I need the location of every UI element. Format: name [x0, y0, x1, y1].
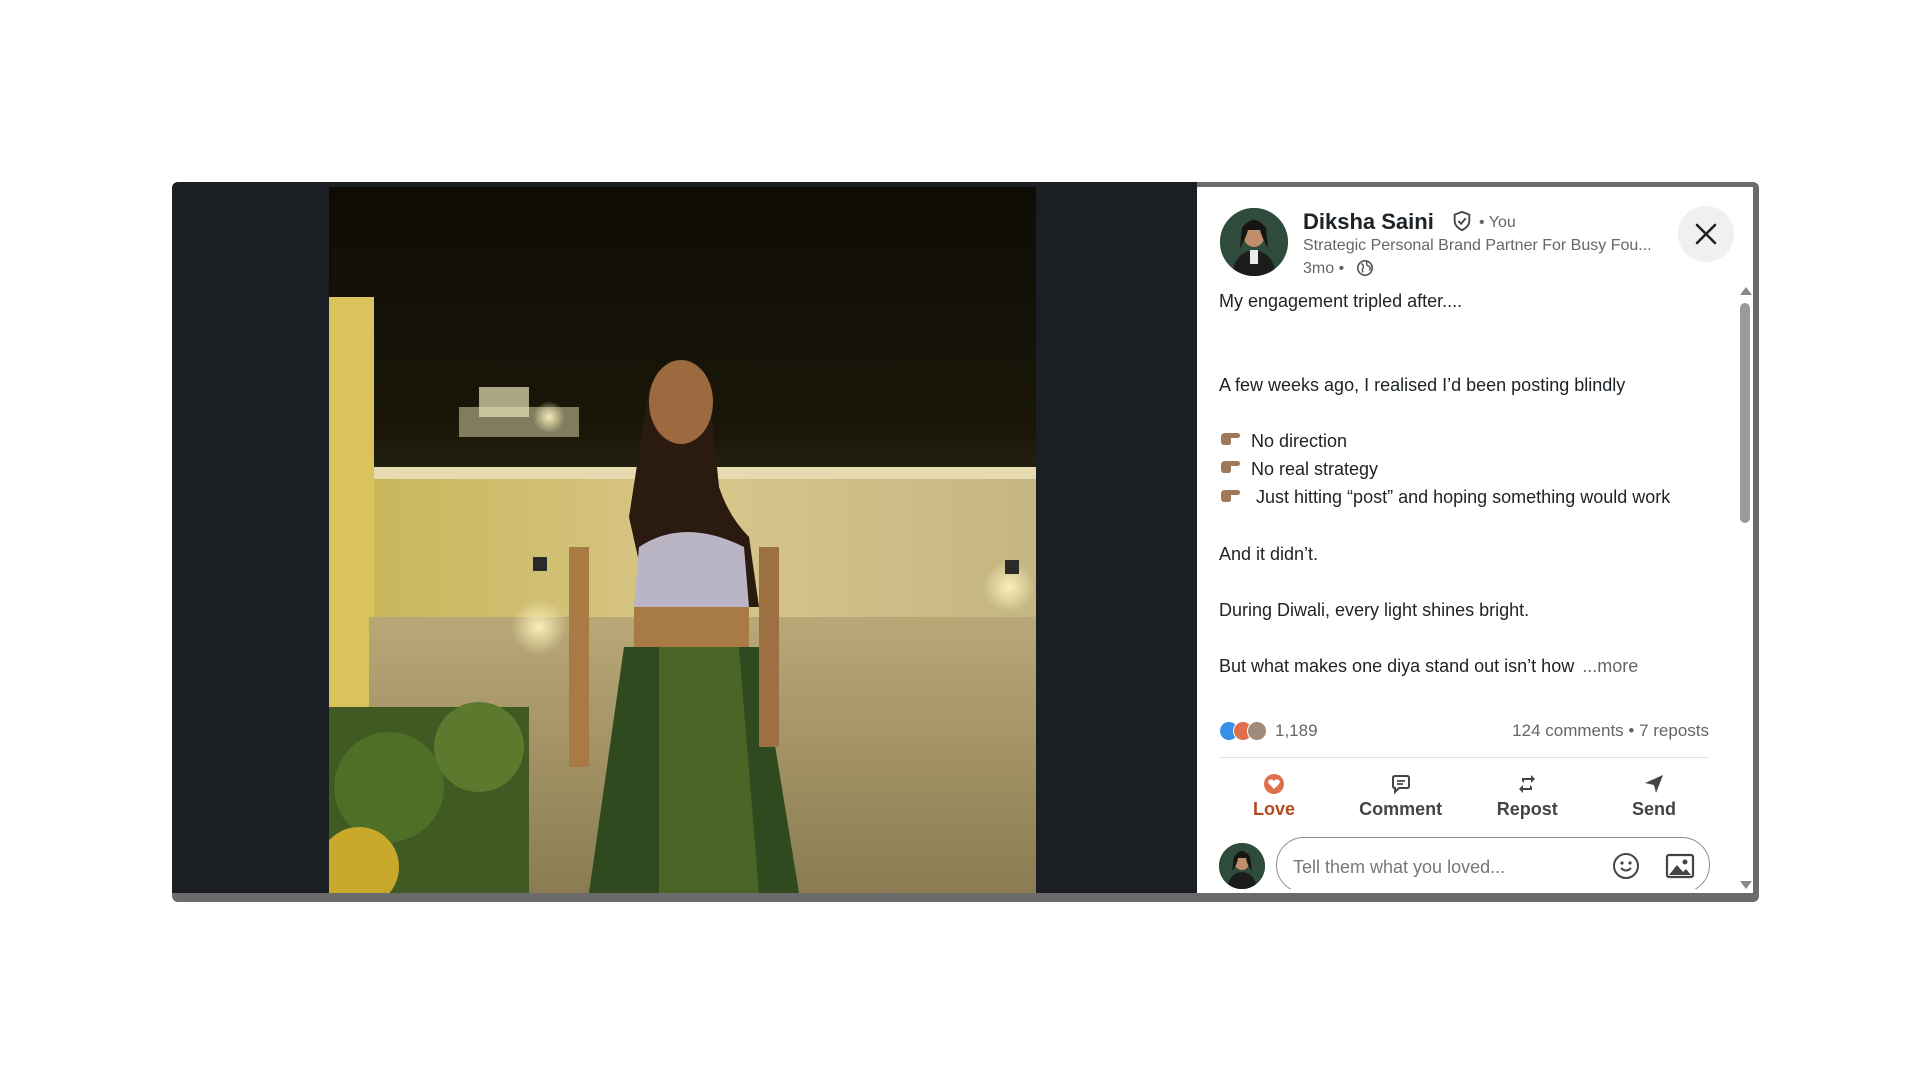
bullet-text: No real strategy	[1251, 459, 1379, 479]
comment-label: Comment	[1359, 798, 1443, 819]
comment-button[interactable]: Comment	[1346, 767, 1456, 825]
paper-plane-icon	[1644, 774, 1663, 793]
bullet-item: Just hitting “post” and hoping something…	[1219, 483, 1689, 512]
globe-icon	[1356, 259, 1374, 277]
post-scroll-area[interactable]: My engagement tripled after.... A few we…	[1197, 287, 1737, 889]
author-name[interactable]: Diksha Saini	[1303, 209, 1434, 235]
love-label: Love	[1252, 798, 1295, 819]
support-reaction-icon	[1247, 721, 1267, 741]
post-line: But what makes one diya stand out isn’t …	[1219, 652, 1689, 680]
post-actions: Love Comment Repost Send	[1219, 767, 1709, 825]
repost-button[interactable]: Repost	[1472, 767, 1582, 825]
comment-box	[1276, 837, 1710, 889]
divider	[1219, 757, 1709, 758]
author-headline: Strategic Personal Brand Partner For Bus…	[1303, 237, 1652, 254]
comments-reposts-count[interactable]: 124 comments • 7 reposts	[1512, 721, 1709, 741]
love-button[interactable]: Love	[1219, 767, 1329, 825]
heart-icon	[1264, 773, 1284, 794]
reaction-count[interactable]: 1,189	[1275, 721, 1318, 741]
speech-bubble-icon	[1391, 774, 1410, 794]
bullet-text: No direction	[1251, 431, 1348, 451]
post-line-text: But what makes one diya stand out isn’t …	[1219, 656, 1575, 677]
bullet-item: No real strategy	[1219, 455, 1689, 483]
scroll-up-arrow-icon[interactable]	[1740, 287, 1752, 295]
pointing-hand-icon	[1219, 484, 1243, 512]
post-timestamp: 3mo •	[1303, 260, 1345, 277]
repost-arrows-icon	[1519, 774, 1536, 793]
pointing-hand-icon	[1219, 455, 1243, 483]
pointing-hand-icon	[1219, 427, 1243, 455]
media-pane	[172, 182, 1197, 893]
repost-label: Repost	[1496, 798, 1558, 819]
close-icon	[1695, 223, 1717, 245]
comment-composer	[1219, 837, 1719, 889]
bullet-item: No direction	[1219, 427, 1689, 455]
see-more-link[interactable]: ...more	[1582, 656, 1638, 676]
close-button[interactable]	[1678, 206, 1734, 262]
post-line: And it didn’t.	[1219, 544, 1319, 565]
user-avatar[interactable]	[1219, 843, 1265, 889]
smiley-icon[interactable]	[1611, 851, 1641, 881]
post-photo	[329, 187, 1036, 893]
author-avatar[interactable]	[1220, 208, 1288, 276]
you-tag: • You	[1479, 214, 1516, 231]
post-line: My engagement tripled after....	[1219, 291, 1463, 311]
scrollbar[interactable]	[1737, 287, 1753, 889]
bullet-text: Just hitting “post” and hoping something…	[1256, 487, 1671, 507]
verified-badge-icon	[1453, 210, 1471, 232]
send-button[interactable]: Send	[1599, 767, 1709, 825]
image-icon[interactable]	[1665, 852, 1695, 880]
post-viewer-modal: Diksha Saini • You Strategic Personal Br…	[172, 182, 1759, 902]
post-line: During Diwali, every light shines bright…	[1219, 600, 1530, 621]
scroll-down-arrow-icon[interactable]	[1740, 881, 1752, 889]
social-counts: 1,189 124 comments • 7 reposts	[1219, 717, 1709, 745]
reaction-icons[interactable]	[1219, 721, 1267, 741]
post-text: My engagement tripled after.... A few we…	[1219, 287, 1689, 680]
post-line: A few weeks ago, I realised I’d been pos…	[1219, 375, 1626, 395]
comment-input[interactable]	[1291, 852, 1595, 882]
scroll-thumb[interactable]	[1740, 303, 1750, 523]
send-label: Send	[1631, 798, 1676, 819]
post-details-panel: Diksha Saini • You Strategic Personal Br…	[1197, 187, 1753, 893]
